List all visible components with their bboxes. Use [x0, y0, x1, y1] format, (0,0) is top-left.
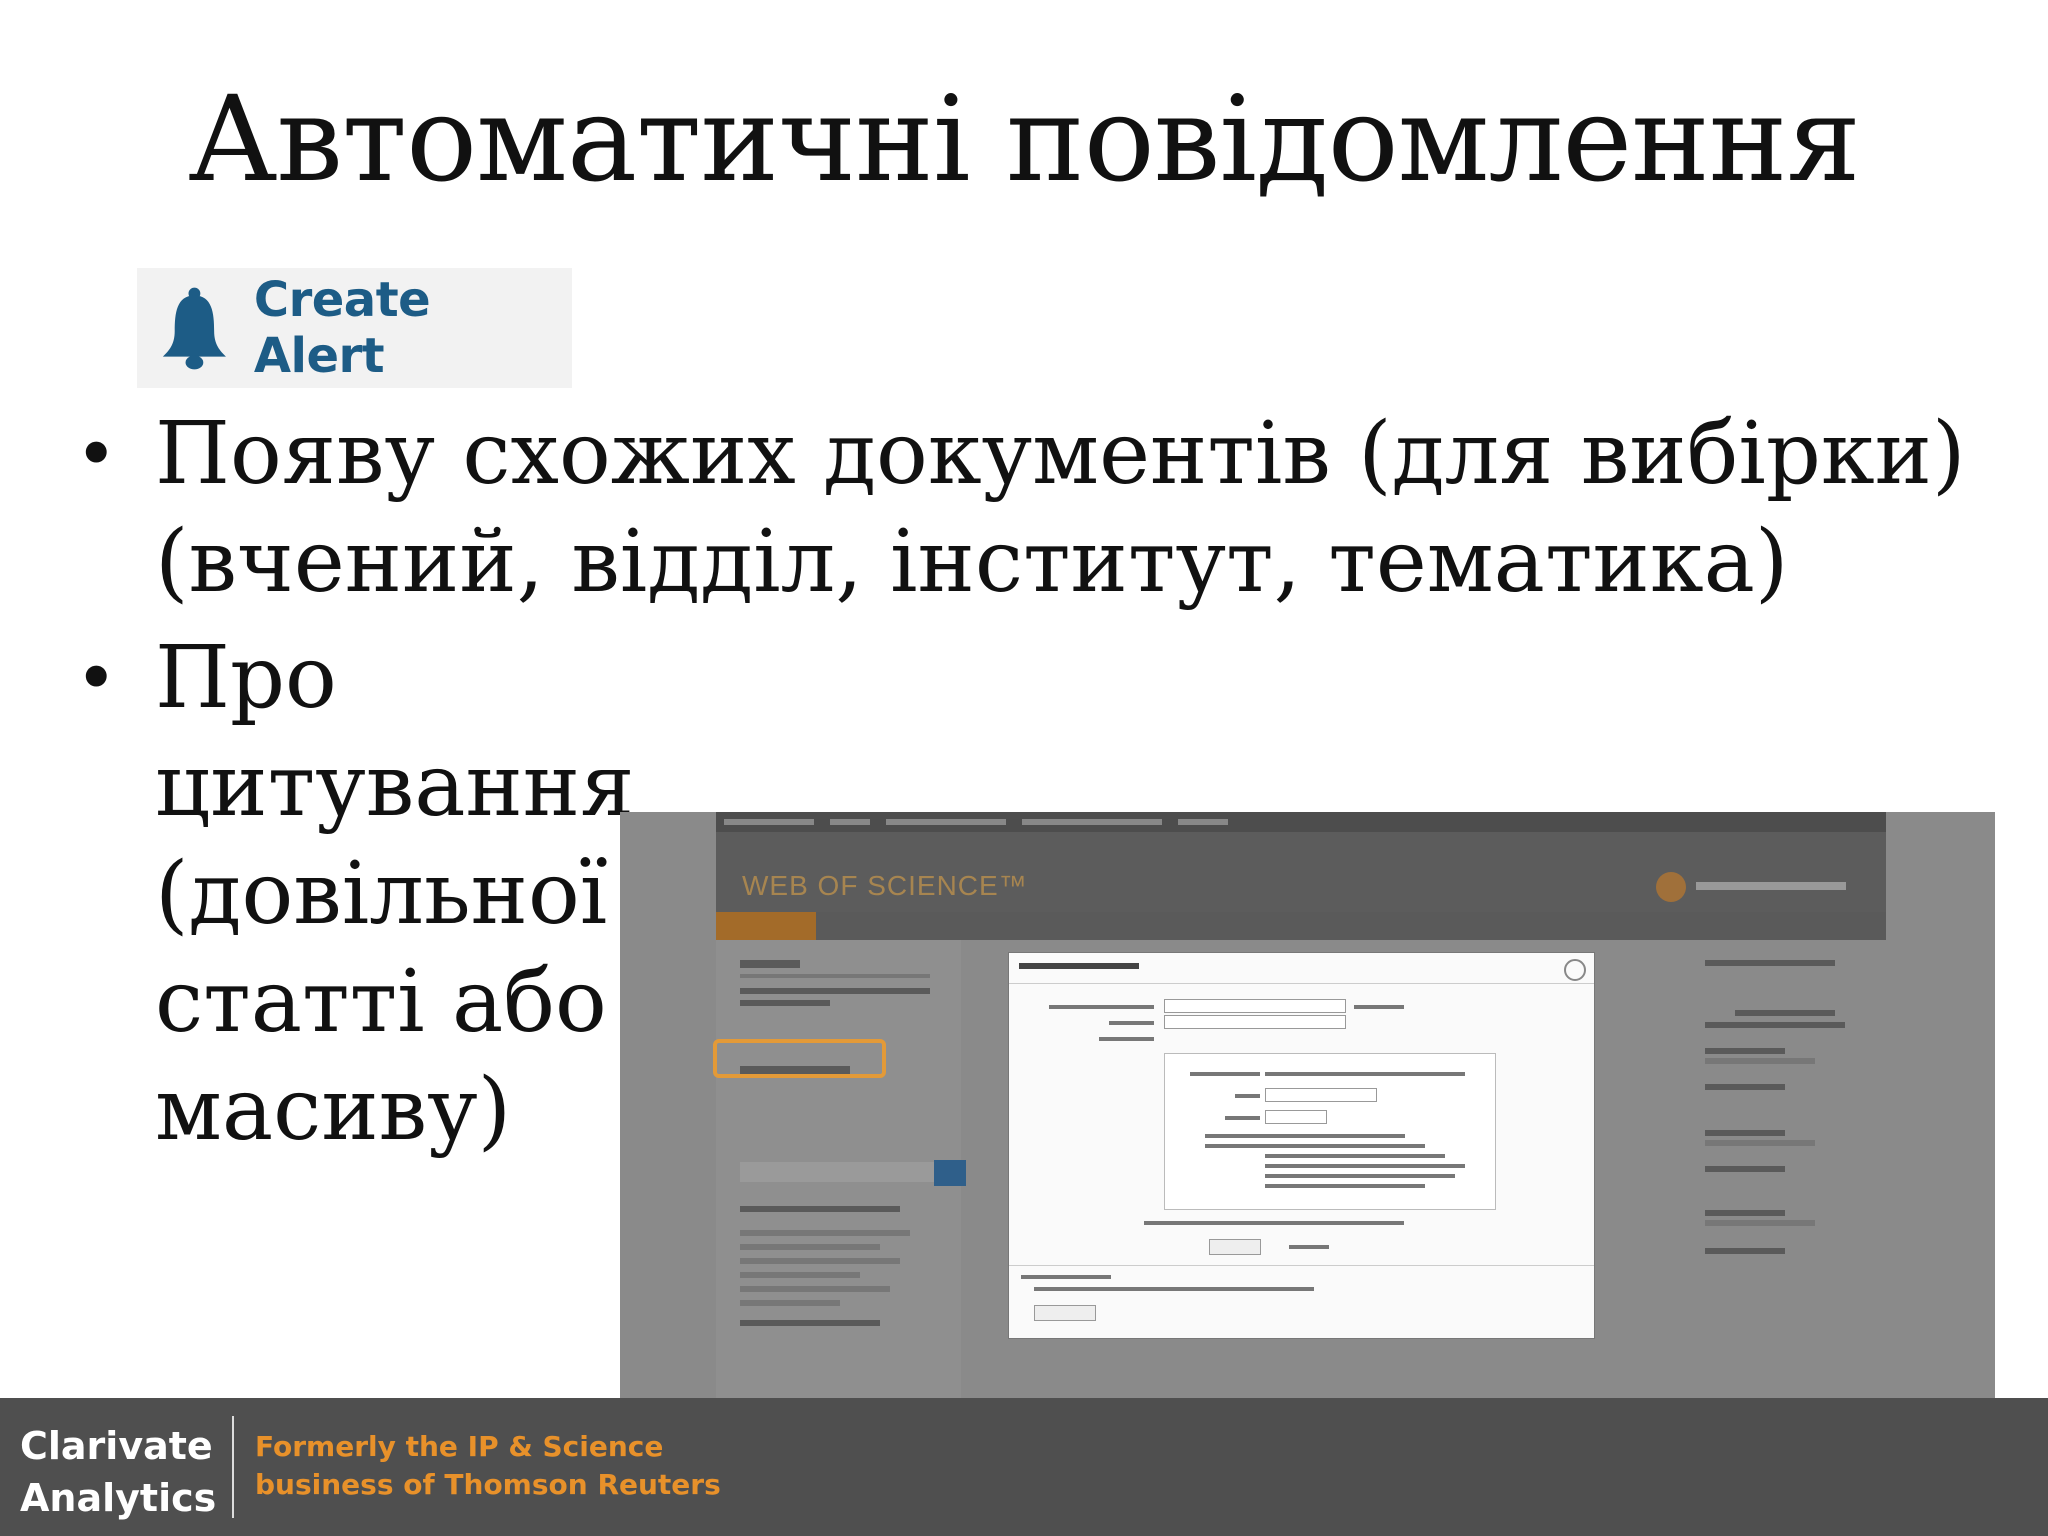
footer-divider [232, 1416, 234, 1518]
web-of-science-screenshot: WEB OF SCIENCE™ [620, 812, 1995, 1398]
footer-tagline: Formerly the IP & Science business of Th… [255, 1430, 721, 1501]
create-alert-label: Create Alert [253, 272, 431, 384]
dialog-close-icon [1564, 959, 1586, 981]
slide-footer: Clarivate Analytics Formerly the IP & Sc… [0, 1398, 2048, 1536]
bullet-dot: • [75, 636, 118, 720]
wos-top-menu [716, 812, 1886, 832]
bullet-text: Про цитування (довільної статті або маси… [155, 628, 635, 1160]
create-alert-highlight [713, 1039, 886, 1078]
bullet-dot: • [75, 412, 118, 496]
wos-results-sidebar [716, 940, 961, 1398]
thomson-reuters-logo [1656, 872, 1856, 902]
refine-search-button [934, 1160, 966, 1186]
clarivate-logo: Clarivate Analytics [20, 1424, 217, 1520]
wos-right-panel [1685, 952, 1885, 1392]
save-search-history-dialog [1008, 952, 1595, 1339]
wos-logo: WEB OF SCIENCE™ [742, 870, 1028, 901]
slide-title: Автоматичні повідомлення [188, 70, 1861, 208]
create-alert-button[interactable]: Create Alert [137, 268, 572, 388]
wos-nav-bar [716, 912, 1886, 940]
bullet-item-citations: • Про цитування (довільної статті або ма… [75, 624, 695, 1164]
bell-icon [162, 287, 226, 370]
wos-search-tab [716, 912, 816, 940]
bullet-item-similar-docs: • Появу схожих документів (для вибірки) … [75, 400, 1975, 616]
bullet-text: Появу схожих документів (для вибірки) (в… [155, 404, 1966, 612]
alert-options-box [1164, 1053, 1496, 1210]
